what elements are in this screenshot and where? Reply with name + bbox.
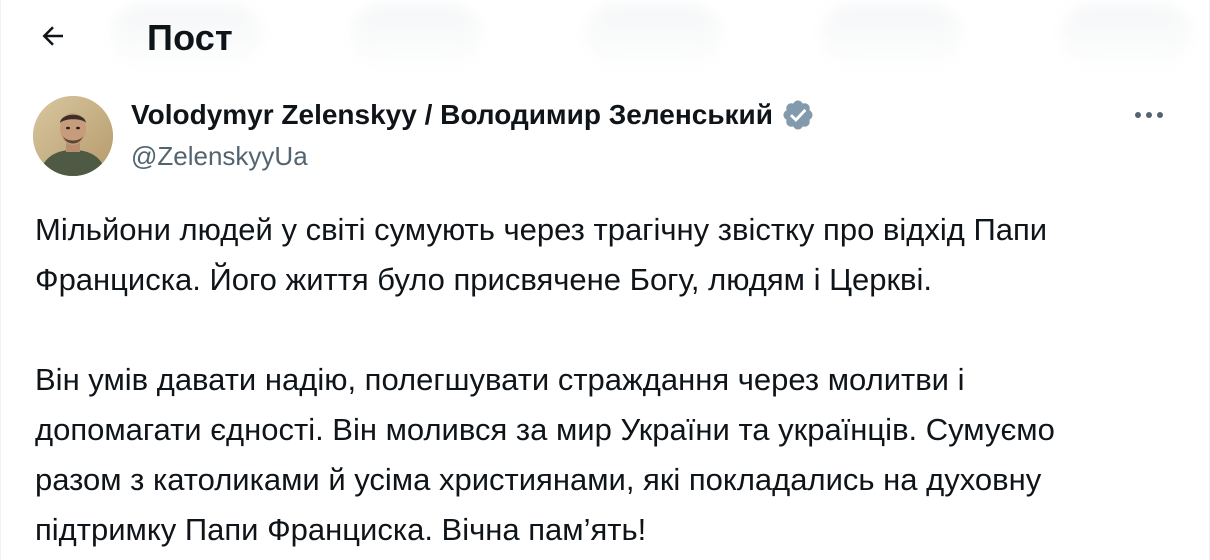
- post-paragraph: Мільйони людей у світі сумують через тра…: [35, 205, 1185, 305]
- author-display-name[interactable]: Volodymyr Zelenskyy / Володимир Зеленськ…: [131, 99, 773, 131]
- text-line: Мільйони людей у світі сумують через тра…: [35, 212, 1048, 247]
- post-page: Пост Volodymyr Zelenskyy / Володимир Зел…: [0, 0, 1210, 560]
- blurred-tab-ghost: [586, 4, 721, 66]
- author-handle[interactable]: @ZelenskyyUa: [131, 141, 308, 172]
- post-text: Мільйони людей у світі сумують через тра…: [35, 205, 1185, 555]
- page-header: Пост: [1, 0, 1210, 80]
- author-name-row: Volodymyr Zelenskyy / Володимир Зеленськ…: [131, 98, 815, 132]
- post-paragraph: Він умів давати надію, полегшувати страж…: [35, 355, 1185, 555]
- back-button[interactable]: [29, 16, 77, 60]
- avatar-image: [33, 96, 113, 176]
- verified-badge-icon[interactable]: [781, 98, 815, 132]
- more-options-button[interactable]: [1125, 98, 1173, 134]
- avatar[interactable]: [33, 96, 113, 176]
- more-horizontal-icon: [1132, 107, 1166, 125]
- text-line: допомагати єдності. Він молився за мир У…: [35, 412, 1055, 447]
- arrow-left-icon: [38, 21, 68, 56]
- text-line: Франциска. Його життя було присвячене Бо…: [35, 262, 933, 297]
- text-line: підтримку Папи Франциска. Вічна пам’ять!: [35, 512, 647, 547]
- blurred-tab-ghost: [351, 4, 481, 66]
- text-line: Він умів давати надію, полегшувати страж…: [35, 362, 965, 397]
- text-line: разом з католиками й усіма християнами, …: [35, 462, 1042, 497]
- page-title: Пост: [147, 17, 233, 58]
- blurred-tab-ghost: [821, 4, 961, 66]
- blurred-tab-ghost: [1061, 4, 1191, 66]
